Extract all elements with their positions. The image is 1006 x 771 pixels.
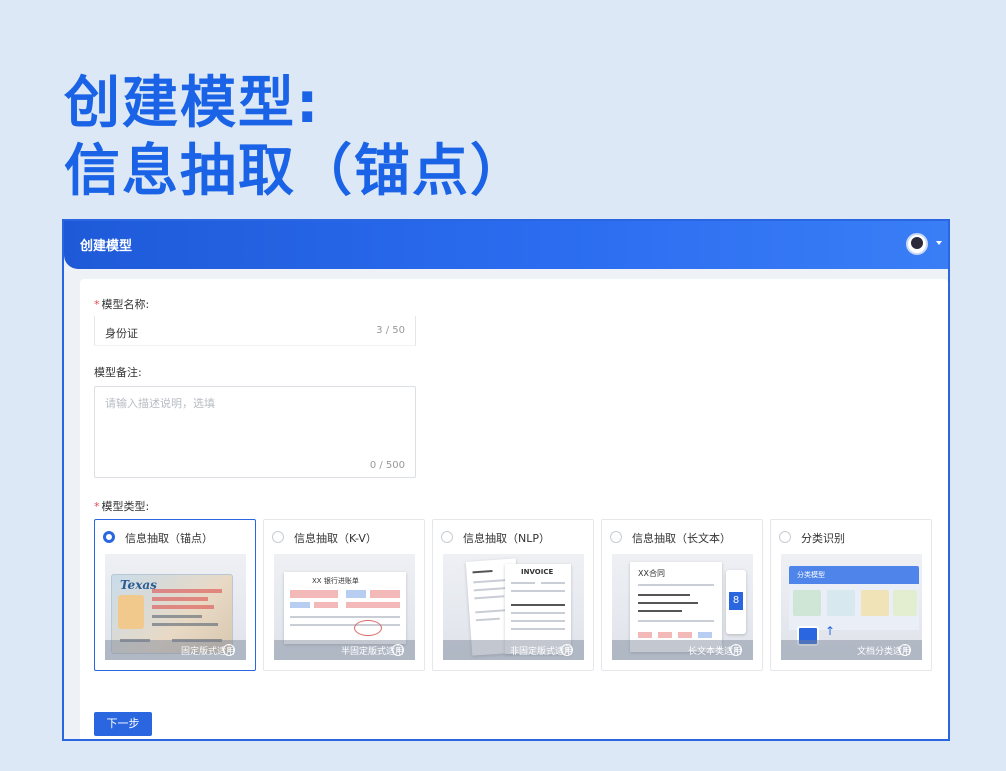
required-mark: *	[94, 298, 100, 311]
card-title: 信息抽取（NLP）	[463, 532, 550, 545]
classify-thumbnail: 分类模型 ↑ 文档分类适用 i	[781, 554, 922, 660]
id-card-photo	[118, 595, 144, 629]
contract-title: XX合同	[638, 569, 665, 578]
model-type-card-long-text[interactable]: 信息抽取（长文本） XX合同 8 长文本类适用 i	[601, 519, 763, 671]
anchor-thumbnail: Texas 固定版式适用 i	[105, 554, 246, 660]
classify-header: 分类模型	[789, 566, 919, 584]
avatar[interactable]	[906, 233, 928, 255]
headline-line-1: 创建模型:	[64, 71, 321, 136]
info-icon[interactable]: i	[899, 644, 911, 656]
arrow-up-icon: ↑	[825, 624, 836, 638]
classify-title: 分类模型	[797, 571, 825, 579]
model-remark-label: 模型备注:	[94, 366, 142, 379]
model-type-card-kv[interactable]: 信息抽取（K-V） XX 银行进账单 半固定版式适用 i	[263, 519, 425, 671]
top-bar: 创建模型	[64, 221, 948, 269]
radio-button[interactable]	[103, 531, 115, 543]
radio-button[interactable]	[779, 531, 791, 543]
headline: 创建模型: 信息抽取（锚点）	[64, 70, 528, 206]
long-text-thumbnail: XX合同 8 长文本类适用 i	[612, 554, 753, 660]
card-title: 信息抽取（锚点）	[125, 532, 213, 545]
window-title: 创建模型	[80, 239, 133, 254]
remark-placeholder: 请输入描述说明，选填	[105, 397, 215, 410]
info-icon[interactable]: i	[392, 644, 404, 656]
page-scroller[interactable]: 8	[726, 570, 746, 634]
radio-button[interactable]	[272, 531, 284, 543]
model-type-label: * 模型类型:	[94, 500, 150, 513]
nlp-thumbnail: INVOICE 非固定版式适用 i	[443, 554, 584, 660]
radio-button[interactable]	[610, 531, 622, 543]
info-icon[interactable]: i	[561, 644, 573, 656]
model-name-label: * 模型名称:	[94, 298, 150, 311]
card-title: 分类识别	[801, 532, 845, 545]
card-footer: 文档分类适用 i	[781, 640, 922, 660]
model-type-card-nlp[interactable]: 信息抽取（NLP） INVOICE 非固定版式适用 i	[432, 519, 594, 671]
card-title: 信息抽取（K-V）	[294, 532, 377, 545]
remark-counter: 0 / 500	[369, 460, 405, 471]
headline-line-2: 信息抽取（锚点）	[64, 139, 528, 204]
next-button[interactable]: 下一步	[94, 712, 152, 736]
contract-image: XX合同	[630, 562, 722, 652]
model-type-card-anchor[interactable]: 信息抽取（锚点） Texas 固定版式适用 i	[94, 519, 256, 671]
page-number: 8	[729, 592, 743, 610]
required-mark: *	[94, 500, 100, 513]
form-panel: * 模型名称: 身份证 3 / 50 模型备注: 请输入描述说明，选填 0 / 5…	[80, 279, 948, 739]
model-remark-textarea[interactable]: 请输入描述说明，选填 0 / 500	[94, 386, 416, 478]
model-type-card-classify[interactable]: 分类识别 分类模型 ↑ 文档分类适用 i	[770, 519, 932, 671]
model-name-value: 身份证	[105, 327, 138, 340]
bank-slip-image: XX 银行进账单	[284, 572, 406, 644]
card-footer: 固定版式适用 i	[105, 640, 246, 660]
card-footer: 非固定版式适用 i	[443, 640, 584, 660]
card-title: 信息抽取（长文本）	[632, 532, 731, 545]
card-footer: 长文本类适用 i	[612, 640, 753, 660]
app-window: 创建模型 * 模型名称: 身份证 3 / 50 模型备注: 请输入描述说明，选填 …	[62, 219, 950, 741]
radio-button[interactable]	[441, 531, 453, 543]
kv-thumbnail: XX 银行进账单 半固定版式适用 i	[274, 554, 415, 660]
info-icon[interactable]: i	[223, 644, 235, 656]
invoice-title: INVOICE	[521, 568, 554, 576]
card-footer: 半固定版式适用 i	[274, 640, 415, 660]
info-icon[interactable]: i	[730, 644, 742, 656]
chevron-down-icon[interactable]	[936, 241, 942, 245]
bank-slip-title: XX 银行进账单	[312, 577, 359, 585]
model-name-counter: 3 / 50	[376, 325, 405, 336]
model-name-input[interactable]: 身份证 3 / 50	[94, 316, 416, 346]
